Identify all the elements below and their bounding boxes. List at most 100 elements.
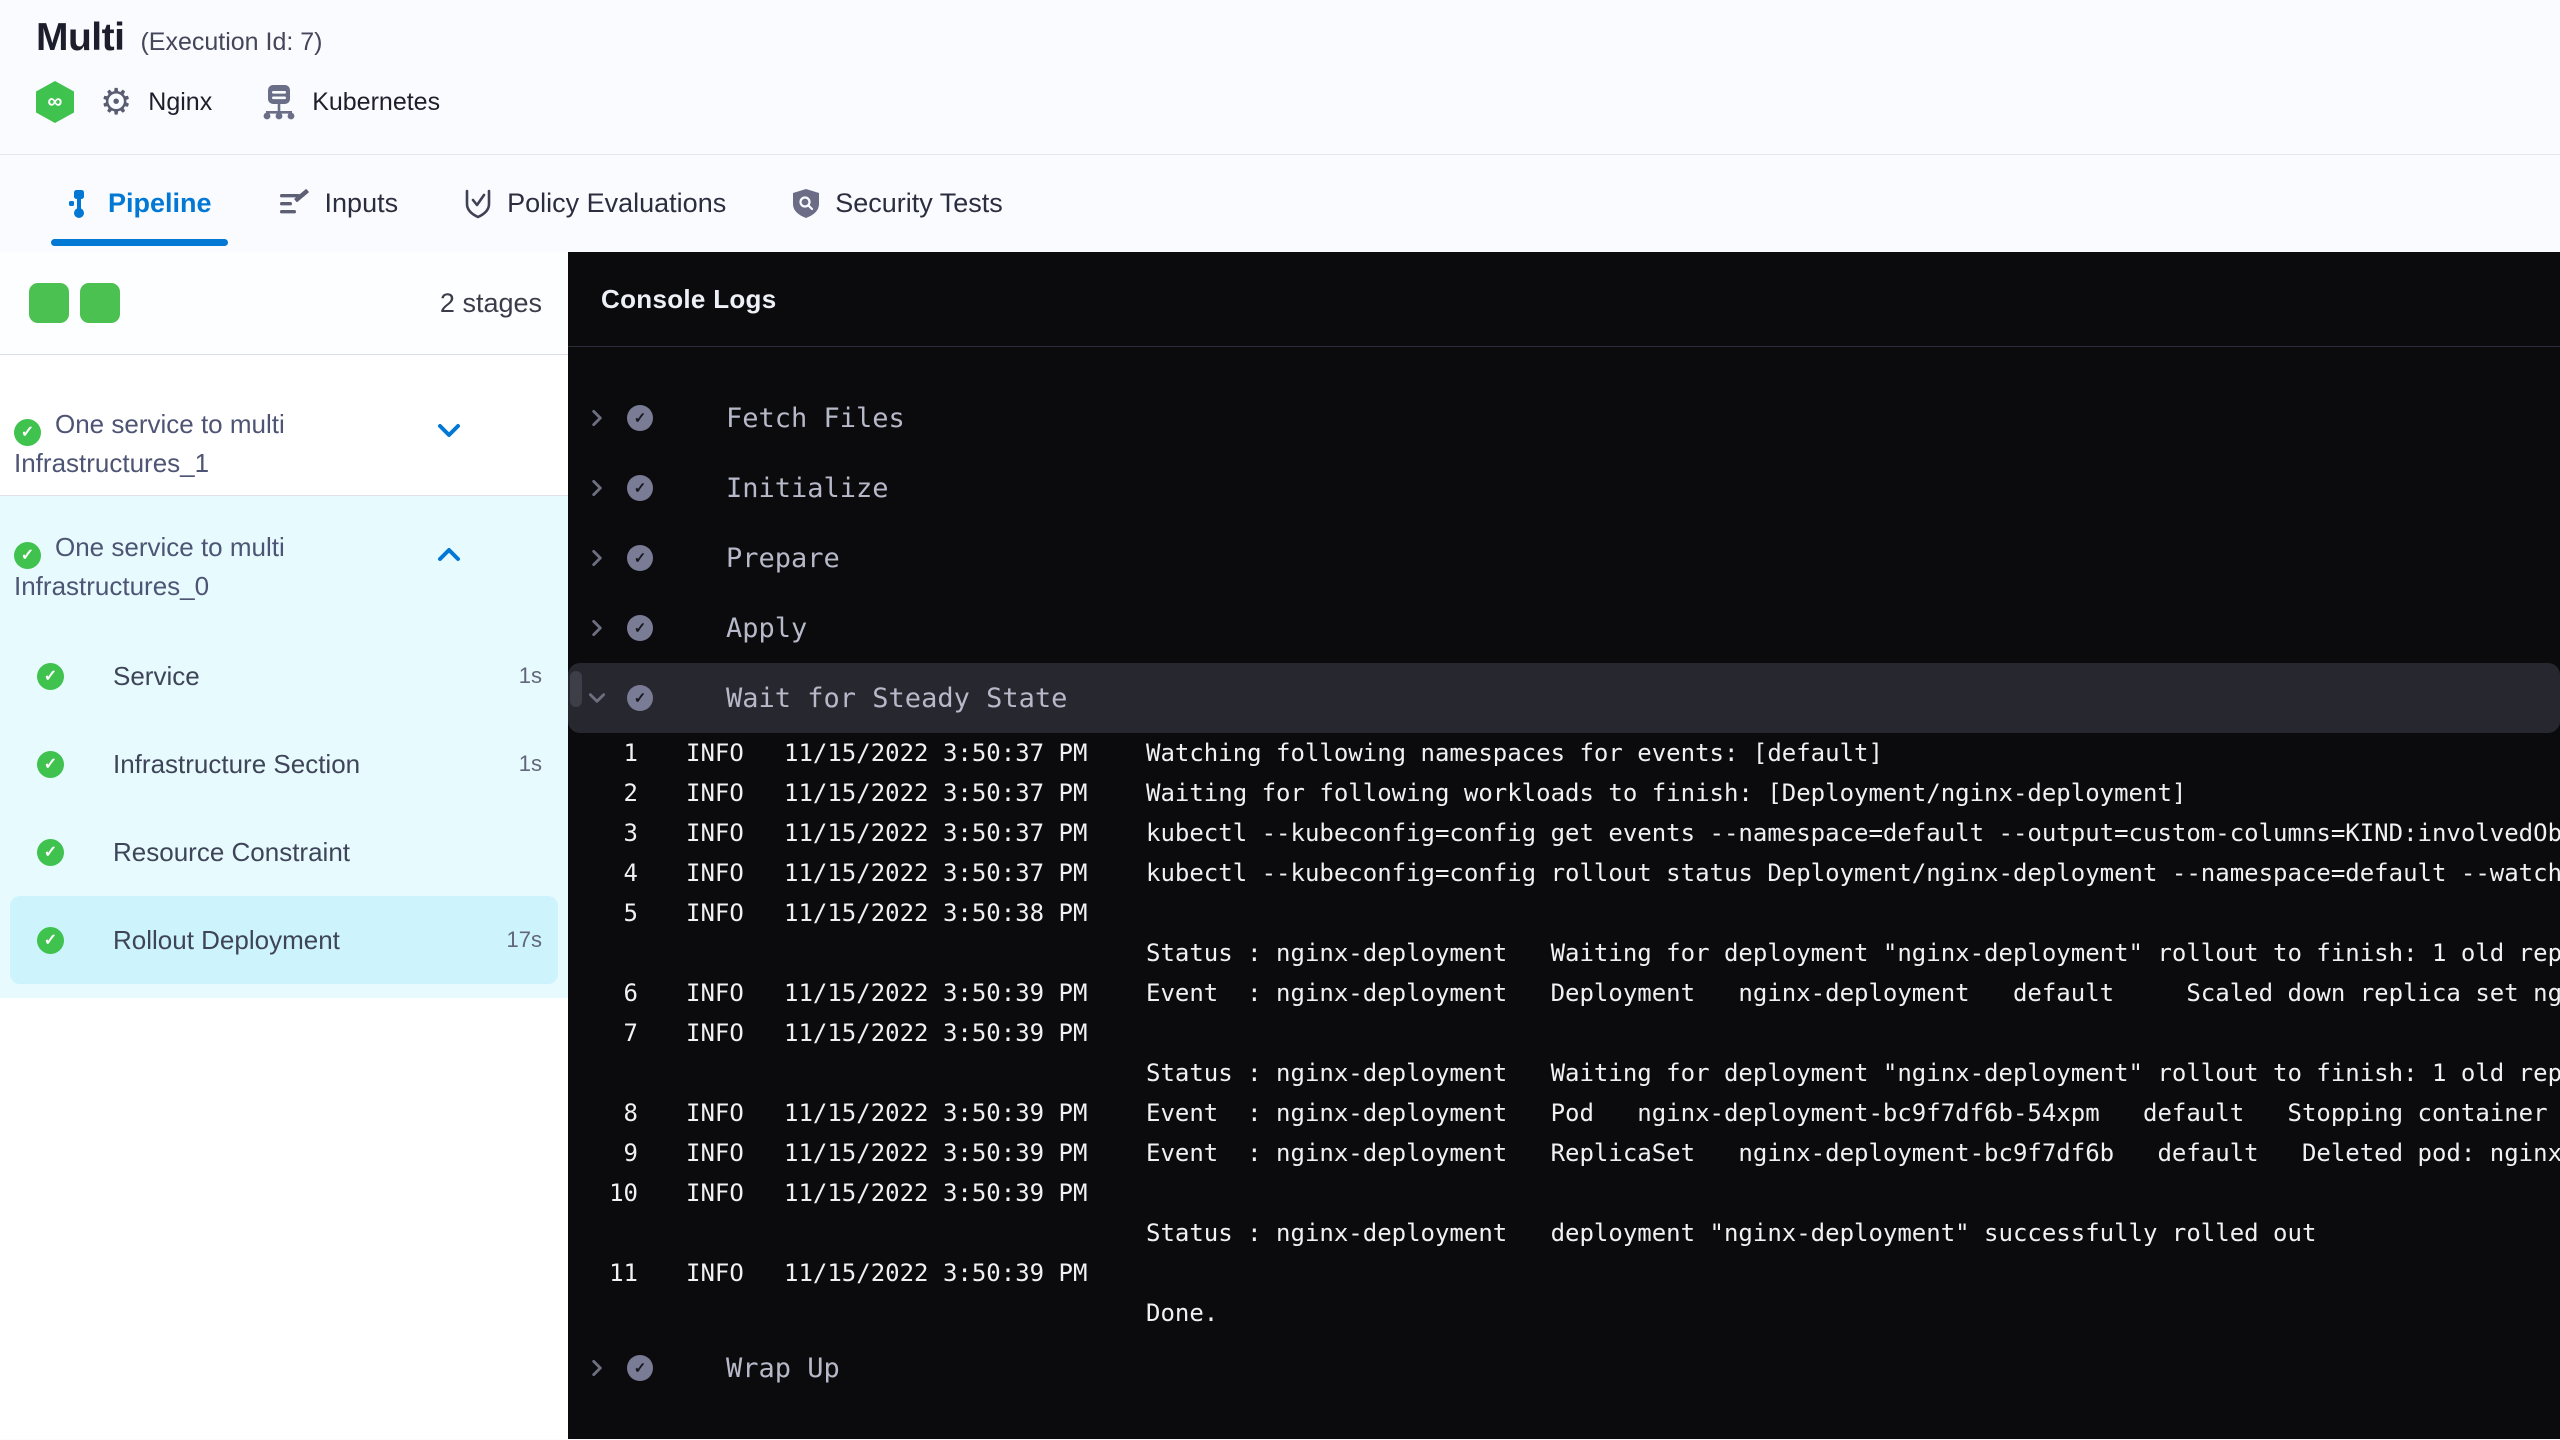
step-wait-for-steady-state[interactable]: ✓ Wait for Steady State (568, 663, 2560, 733)
stage-item-infrastructures-0[interactable]: ✓ One service to multi Infrastructures_0 (0, 496, 568, 604)
substep-service[interactable]: ✓ Service 1s (0, 632, 568, 720)
chevron-down-icon[interactable] (434, 421, 464, 441)
log-line: 4 INFO 11/15/2022 3:50:37 PM kubectl --kube… (623, 859, 2560, 887)
entities-row: ∞ ⚙ Nginx Kubernetes (36, 80, 2560, 124)
substep-label: Service (113, 660, 200, 691)
shield-magnifier-icon (793, 188, 820, 218)
chevron-right-icon[interactable] (586, 617, 608, 639)
console-panel: Console Logs ✓ Fetch Files ✓ Initialize … (568, 252, 2560, 1439)
substep-duration: 1s (518, 751, 542, 776)
chevron-right-icon[interactable] (586, 407, 608, 429)
log-line: 3 INFO 11/15/2022 3:50:37 PM kubectl --kube… (623, 819, 2560, 847)
tab-security-tests-label: Security Tests (835, 188, 1003, 218)
console-title: Console Logs (601, 283, 777, 314)
step-success-icon: ✓ (627, 545, 653, 571)
substep-infrastructure-section[interactable]: ✓ Infrastructure Section 1s (0, 720, 568, 808)
log-line: 1 INFO 11/15/2022 3:50:37 PM Watching follo… (623, 739, 1883, 767)
log-line: 2 INFO 11/15/2022 3:50:37 PM Waiting for fo… (623, 779, 2187, 807)
chevron-right-icon[interactable] (586, 547, 608, 569)
stage-title: ✓ One service to multi Infrastructures_0 (14, 530, 434, 604)
tab-security-tests[interactable]: Security Tests (784, 155, 1011, 252)
pane-resize-handle[interactable] (570, 671, 582, 707)
page-title: Multi (36, 16, 125, 59)
chevron-right-icon[interactable] (586, 477, 608, 499)
success-check-icon: ✓ (14, 419, 41, 446)
step-success-icon: ✓ (627, 685, 653, 711)
success-check-icon: ✓ (14, 542, 41, 569)
substep-rollout-deployment[interactable]: ✓ Rollout Deployment 17s (10, 896, 558, 984)
substep-label: Resource Constraint (113, 836, 350, 867)
log-line: 9 INFO 11/15/2022 3:50:39 PM Event : nginx-… (623, 1139, 2560, 1167)
step-label: Fetch Files (726, 402, 905, 434)
pipeline-icon (69, 189, 84, 218)
stage-item-infrastructures-1[interactable]: ✓ One service to multi Infrastructures_1 (0, 355, 568, 481)
log-line: 5 INFO 11/15/2022 3:50:38 PM (623, 899, 1088, 927)
log-line: Status : nginx-deployment deployment "ng… (1146, 1219, 2317, 1247)
tab-inputs[interactable]: Inputs (270, 155, 407, 252)
stage-title: ✓ One service to multi Infrastructures_1 (14, 407, 434, 481)
stage-status-square (80, 283, 120, 323)
success-check-icon: ✓ (37, 838, 64, 866)
log-line: 7 INFO 11/15/2022 3:50:39 PM (623, 1019, 1088, 1047)
top-bar: Multi (Execution Id: 7) ∞ ⚙ Nginx Kubern… (0, 0, 2560, 155)
title-row: Multi (Execution Id: 7) (36, 16, 2560, 60)
step-success-icon: ✓ (627, 615, 653, 641)
execution-id: (Execution Id: 7) (140, 28, 323, 56)
stage-group-infrastructures-0: ✓ One service to multi Infrastructures_0 … (0, 495, 568, 998)
chevron-up-icon[interactable] (434, 544, 464, 564)
tab-policy-evaluations[interactable]: Policy Evaluations (456, 155, 734, 252)
step-label: Wait for Steady State (726, 682, 1068, 714)
stages-sidebar: 2 stages ✓ One service to multi Infrastru… (0, 252, 568, 1439)
log-line: 10 INFO 11/15/2022 3:50:39 PM (609, 1179, 1088, 1207)
tab-inputs-label: Inputs (324, 188, 399, 218)
success-check-icon: ✓ (37, 926, 64, 954)
log-line: 8 INFO 11/15/2022 3:50:39 PM Event : nginx-… (623, 1099, 2548, 1127)
tab-bar: Pipeline Inputs Policy Evaluations Secur… (0, 155, 2560, 252)
stage-count: 2 stages (439, 287, 542, 318)
log-line: Status : nginx-deployment Waiting for de… (1146, 939, 2560, 967)
step-label: Initialize (726, 472, 889, 504)
infrastructure-icon (263, 85, 295, 120)
step-success-icon: ✓ (627, 475, 653, 501)
log-line: Done. (1146, 1299, 1219, 1327)
chevron-down-icon[interactable] (586, 687, 608, 709)
substep-label: Infrastructure Section (113, 748, 361, 779)
substep-list: ✓ Service 1s ✓ Infrastructure Section 1s… (0, 632, 568, 984)
substep-resource-constraint[interactable]: ✓ Resource Constraint (0, 808, 568, 896)
success-check-icon: ✓ (37, 662, 64, 690)
console-header: Console Logs (568, 252, 2560, 347)
step-success-icon: ✓ (627, 405, 653, 431)
substep-label: Rollout Deployment (113, 924, 340, 955)
step-label: Wrap Up (726, 1352, 840, 1384)
shield-check-icon (465, 189, 491, 218)
execution-page: Multi (Execution Id: 7) ∞ ⚙ Nginx Kubern… (0, 0, 2560, 1440)
step-wrap-up[interactable]: ✓ Wrap Up (568, 1333, 2560, 1403)
infrastructure-name[interactable]: Kubernetes (312, 88, 440, 117)
step-success-icon: ✓ (627, 1355, 653, 1381)
log-line: 11 INFO 11/15/2022 3:50:39 PM (609, 1259, 1088, 1287)
step-label: Prepare (726, 542, 840, 574)
tab-pipeline[interactable]: Pipeline (51, 155, 228, 252)
step-initialize[interactable]: ✓ Initialize (568, 453, 2560, 523)
log-line: Status : nginx-deployment Waiting for de… (1146, 1059, 2560, 1087)
log-output: 1 INFO 11/15/2022 3:50:37 PM Watching follo… (568, 733, 2560, 1333)
step-label: Apply (726, 612, 808, 644)
success-check-icon: ✓ (37, 750, 64, 778)
step-fetch-files[interactable]: ✓ Fetch Files (568, 383, 2560, 453)
chevron-right-icon[interactable] (586, 1357, 608, 1379)
log-line: 6 INFO 11/15/2022 3:50:39 PM Event : nginx-… (623, 979, 2560, 1007)
main-split: 2 stages ✓ One service to multi Infrastru… (0, 252, 2560, 1439)
gear-icon: ⚙ (100, 81, 133, 122)
substep-duration: 17s (506, 927, 542, 952)
service-name[interactable]: Nginx (148, 88, 212, 117)
step-apply[interactable]: ✓ Apply (568, 593, 2560, 663)
substep-duration: 1s (518, 663, 542, 688)
stage-status-square (29, 283, 69, 323)
tab-pipeline-label: Pipeline (108, 188, 212, 218)
stage-label: One service to multi Infrastructures_0 (14, 532, 285, 601)
step-prepare[interactable]: ✓ Prepare (568, 523, 2560, 593)
console-steps: ✓ Fetch Files ✓ Initialize ✓ Prepare ✓ A (568, 383, 2560, 1403)
tab-policy-evaluations-label: Policy Evaluations (507, 188, 727, 218)
stages-header: 2 stages (0, 252, 568, 355)
inputs-icon (279, 188, 309, 213)
